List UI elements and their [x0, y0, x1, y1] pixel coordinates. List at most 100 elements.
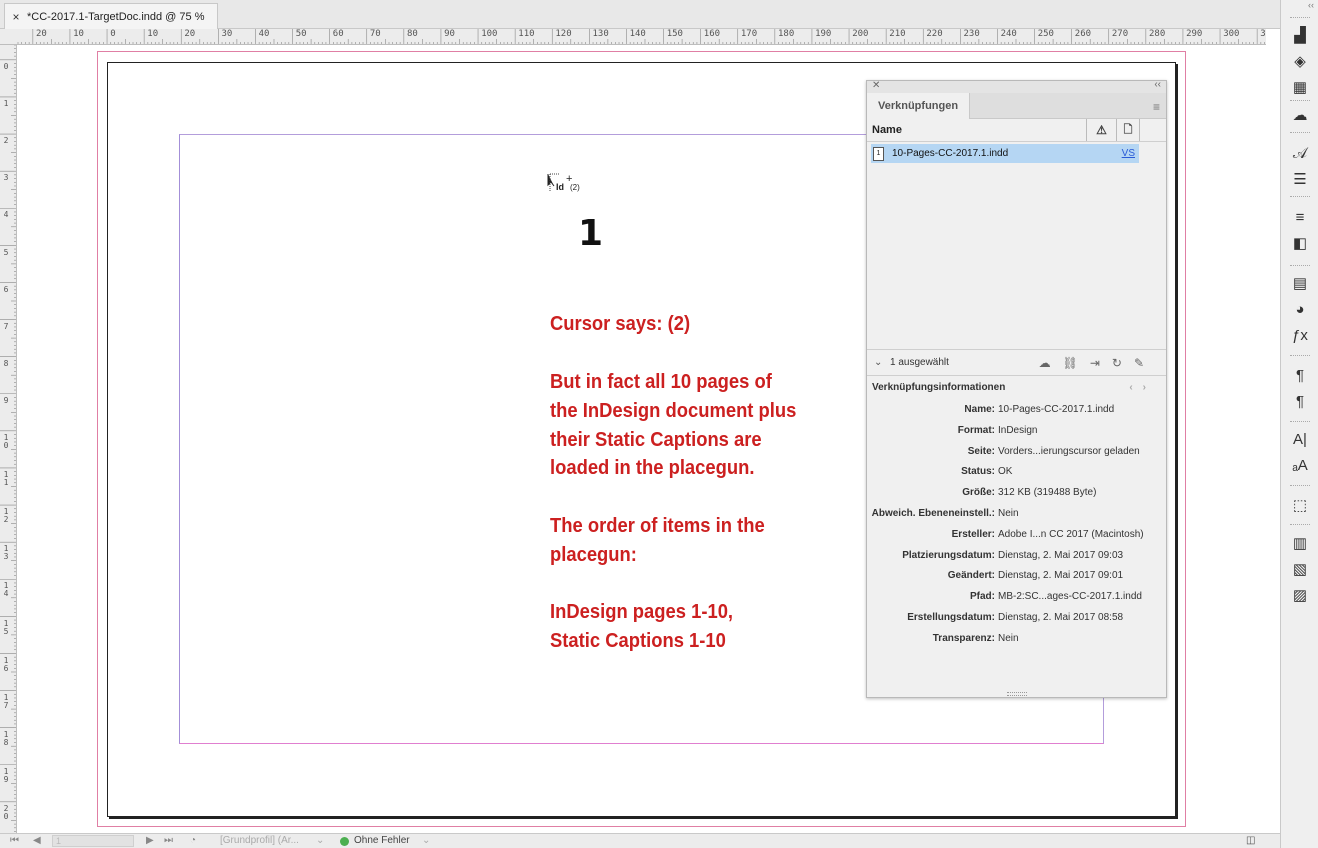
preflight-status[interactable]: Ohne Fehler — [354, 835, 410, 846]
text-wrap-icon[interactable]: ▤ — [1289, 273, 1311, 295]
status-bar: ⏮ ◀ 1 ▶ ⏭ ◔ [Grundprofil] (Ar... ⌄ Ohne … — [0, 833, 1280, 848]
ruler-label: 100 — [481, 29, 498, 39]
dock-grip[interactable] — [1290, 355, 1310, 358]
link-version-indicator[interactable]: VS — [1122, 148, 1135, 159]
info-row-layer-override: Abweich. Ebeneneinstell.: Nein — [867, 504, 1166, 525]
ruler-label: 200 — [852, 29, 869, 39]
cc-library-icon[interactable]: ☁ — [1039, 350, 1051, 376]
table-styles-icon[interactable]: ▧ — [1289, 559, 1311, 581]
dock-grip[interactable] — [1290, 485, 1310, 488]
first-page-icon[interactable]: ⏮ — [10, 835, 19, 846]
paragraph-icon[interactable]: ¶ — [1289, 365, 1311, 387]
annotation-line: The order of items in the — [550, 515, 765, 537]
split-window-icon[interactable]: ◫ — [1246, 835, 1255, 846]
ruler-label: 120 — [555, 29, 572, 39]
expand-dock-icon[interactable]: ‹‹ — [1308, 0, 1314, 10]
column-name-header[interactable]: Name — [872, 119, 902, 141]
ruler-label: 150 — [666, 29, 683, 39]
info-row-placed-date: Platzierungsdatum: Dienstag, 2. Mai 2017 … — [867, 546, 1166, 567]
ruler-label: 50 — [295, 29, 307, 39]
last-page-icon[interactable]: ⏭ — [164, 835, 173, 846]
vertical-ruler[interactable]: 0 1 2 3 4 5 6 7 8 9 10 11 12 13 14 15 16 17 18 19 20 — [0, 45, 17, 833]
info-row-transparency: Transparenz: Nein — [867, 629, 1166, 650]
ruler-label: 20 — [36, 29, 47, 39]
character-styles-icon[interactable]: 𝒜 — [1289, 143, 1311, 165]
page-number-field[interactable]: 1 — [52, 835, 134, 847]
dock-grip[interactable] — [1290, 524, 1310, 527]
ruler-label: 230 — [963, 29, 980, 39]
relink-icon[interactable]: ⛓ — [1063, 350, 1078, 376]
paragraph-styles-alt-icon[interactable]: ¶ — [1289, 391, 1311, 413]
preflight-profile[interactable]: [Grundprofil] (Ar... — [220, 835, 299, 846]
dock-grip[interactable] — [1290, 421, 1310, 424]
cc-libraries-icon[interactable]: ☁ — [1289, 105, 1311, 127]
ruler-label: 13 — [3, 544, 9, 562]
horizontal-ruler[interactable]: 20 10 0 10 20 30 40 50 60 70 80 90 100 110 120 130 140 15… — [0, 29, 1266, 45]
object-styles-icon[interactable]: ⬚ — [1289, 495, 1311, 517]
ruler-label: 20 — [184, 29, 196, 39]
info-key: Format: — [957, 424, 995, 436]
update-link-icon[interactable]: ↻ — [1112, 350, 1122, 376]
ruler-label: 240 — [1000, 29, 1017, 39]
document-tab[interactable]: × *CC-2017.1-TargetDoc.indd @ 75 % — [4, 3, 218, 29]
ruler-label: 14 — [3, 581, 9, 599]
panel-titlebar[interactable]: ✕ ‹‹ — [867, 79, 1166, 93]
document-tab-title[interactable]: *CC-2017.1-TargetDoc.indd @ 75 % — [27, 11, 204, 23]
ruler-label: 10 — [147, 29, 159, 39]
panel-resize-grip[interactable] — [1007, 692, 1027, 696]
swatches-icon[interactable]: ◕ — [1289, 299, 1311, 321]
dock-grip[interactable] — [1290, 196, 1310, 199]
expand-info-icon[interactable]: ⌄ — [874, 350, 882, 376]
edit-original-icon[interactable]: ✎ — [1134, 350, 1144, 376]
layers-panel-icon[interactable]: ◈ — [1289, 51, 1311, 73]
ruler-label: 270 — [1111, 29, 1129, 39]
pages-panel-icon[interactable]: ▟ — [1289, 25, 1311, 47]
info-key: Geändert: — [947, 570, 995, 582]
gradient-panel-icon[interactable]: ◧ — [1289, 233, 1311, 255]
prev-page-icon[interactable]: ◀ — [33, 835, 41, 846]
close-tab-icon[interactable]: × — [5, 10, 27, 24]
panel-tab-row: Verknüpfungen ≡ — [867, 93, 1166, 119]
open-page-icon[interactable]: ◔ — [190, 835, 196, 846]
links-panel-icon[interactable]: ▦ — [1289, 77, 1311, 99]
ruler-label: 290 — [1186, 29, 1203, 39]
panel-menu-icon[interactable]: ≡ — [1153, 100, 1160, 114]
cell-styles-icon[interactable]: ▨ — [1289, 585, 1311, 607]
ruler-label: 0 — [110, 29, 116, 39]
collapse-panel-icon[interactable]: ‹‹ — [1154, 79, 1161, 90]
link-row[interactable]: 1 10-Pages-CC-2017.1.indd VS — [871, 144, 1139, 163]
preflight-dropdown-icon[interactable]: ⌄ — [422, 835, 430, 846]
character-icon[interactable]: A| — [1289, 429, 1311, 451]
info-key: Ersteller: — [951, 528, 995, 540]
info-nav-arrows-icon[interactable]: ‹› — [1129, 376, 1156, 400]
page-thumbnail-icon: 1 — [873, 146, 884, 161]
go-to-link-icon[interactable]: ⇥ — [1090, 350, 1100, 376]
links-panel: ✕ ‹‹ Verknüpfungen ≡ Name ⚠ 🗋 1 10-Pages… — [866, 79, 1167, 698]
dock-grip[interactable] — [1290, 17, 1310, 20]
panel-dock: ‹‹ ▟ ◈ ▦ ☁ 𝒜 ☰ ≡ ◧ ▤ ◕ ƒx ¶ ¶ A| ₐA ⬚ ▥ … — [1280, 0, 1318, 848]
info-value: Adobe I...n CC 2017 (Macintosh) — [998, 528, 1144, 540]
paragraph-styles-icon[interactable]: ☰ — [1289, 169, 1311, 191]
dock-grip[interactable] — [1290, 100, 1310, 103]
dock-grip[interactable] — [1290, 265, 1310, 268]
profile-dropdown-icon[interactable]: ⌄ — [316, 835, 324, 846]
info-key: Name: — [964, 404, 995, 415]
ruler-label: 5 — [3, 247, 9, 257]
close-panel-icon[interactable]: ✕ — [872, 80, 880, 91]
ruler-label: 6 — [3, 284, 9, 294]
page-column-icon[interactable]: 🗋 — [1116, 119, 1140, 141]
table-icon[interactable]: ▥ — [1289, 533, 1311, 555]
ruler-label: 2 — [3, 136, 9, 146]
character-styles-alt-icon[interactable]: ₐA — [1289, 455, 1311, 477]
dock-grip[interactable] — [1290, 132, 1310, 135]
status-warning-column-icon[interactable]: ⚠ — [1086, 119, 1116, 141]
ruler-label: 17 — [3, 692, 9, 710]
ruler-label: 9 — [3, 395, 9, 405]
tab-links[interactable]: Verknüpfungen — [867, 93, 971, 119]
effects-icon[interactable]: ƒx — [1289, 325, 1311, 347]
annotation-line: Cursor says: (2) — [550, 313, 691, 335]
annotation-line: their Static Captions are — [550, 429, 762, 451]
stroke-panel-icon[interactable]: ≡ — [1289, 207, 1311, 229]
next-page-icon[interactable]: ▶ — [146, 835, 154, 846]
link-info-title: Verknüpfungsinformationen — [872, 382, 1006, 393]
